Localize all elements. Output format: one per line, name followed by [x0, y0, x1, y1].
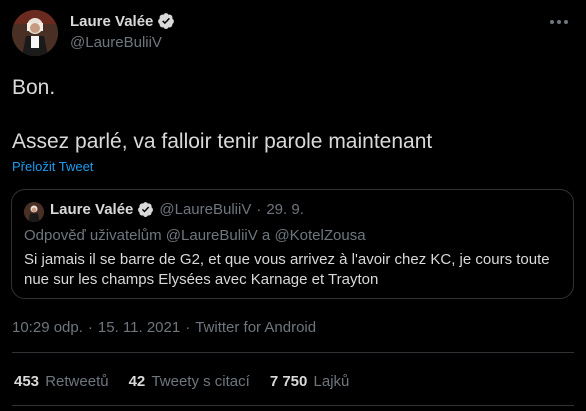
quoted-text: Si jamais il se barre de G2, et que vous… — [24, 251, 550, 288]
quoted-date: 29. 9. — [266, 201, 304, 218]
meta-separator: · — [87, 319, 93, 336]
tweet-date[interactable]: 15. 11. 2021 — [98, 319, 180, 336]
more-horizontal-icon — [550, 20, 568, 24]
quoted-author-avatar — [24, 202, 44, 222]
tweet-metadata: 10:29 odp. · 15. 11. 2021 · Twitter for Andr… — [12, 319, 316, 336]
retweets-count: 453 — [14, 373, 40, 390]
tweet-text: Bon. Assez parlé, va falloir tenir parol… — [12, 76, 433, 153]
divider — [12, 352, 574, 353]
quoted-header: Laure Valée @LaureBuliiV · 29. 9. — [50, 201, 304, 218]
reply-prefix: Odpověď uživatelům — [24, 227, 162, 244]
verified-badge-icon — [137, 201, 154, 218]
translate-tweet-link[interactable]: Přeložit Tweet — [12, 159, 93, 174]
quotes-stat[interactable]: 42 Tweety s citací — [129, 373, 250, 390]
quotes-count: 42 — [128, 373, 146, 390]
author-avatar[interactable] — [12, 10, 58, 56]
divider — [12, 405, 574, 406]
quoted-display-name: Laure Valée — [50, 201, 134, 218]
author-handle[interactable]: @LaureBuliiV — [70, 34, 162, 51]
author-name-row: Laure Valée — [70, 12, 175, 30]
quoted-tweet[interactable]: Laure Valée @LaureBuliiV · 29. 9. Odpově… — [11, 189, 574, 299]
verified-badge-icon — [157, 12, 175, 30]
meta-separator: · — [185, 319, 191, 336]
more-options-button[interactable] — [544, 12, 574, 32]
tweet-header: Laure Valée @LaureBuliiV — [12, 10, 574, 58]
quoted-reply-context: Odpověď uživatelům @LaureBuliiV a @Kotel… — [24, 227, 366, 244]
tweet-time[interactable]: 10:29 odp. — [12, 319, 83, 336]
reply-joiner: a — [261, 227, 271, 244]
tweet-stats: 453 Retweetů 42 Tweety s citací 7 750 La… — [14, 373, 369, 390]
tweet-source: Twitter for Android — [195, 319, 317, 336]
quoted-handle: @LaureBuliiV — [159, 201, 252, 218]
quoted-separator: · — [256, 201, 262, 218]
likes-stat[interactable]: 7 750 Lajků — [270, 373, 350, 390]
likes-label: Lajků — [313, 373, 350, 390]
quotes-label: Tweety s citací — [151, 373, 250, 390]
retweets-stat[interactable]: 453 Retweetů — [14, 373, 109, 390]
author-display-name[interactable]: Laure Valée — [70, 13, 153, 30]
reply-mention-2: @KotelZousa — [274, 227, 366, 244]
likes-count: 7 750 — [269, 373, 308, 390]
retweets-label: Retweetů — [45, 373, 109, 390]
reply-mention-1: @LaureBuliiV — [165, 227, 258, 244]
